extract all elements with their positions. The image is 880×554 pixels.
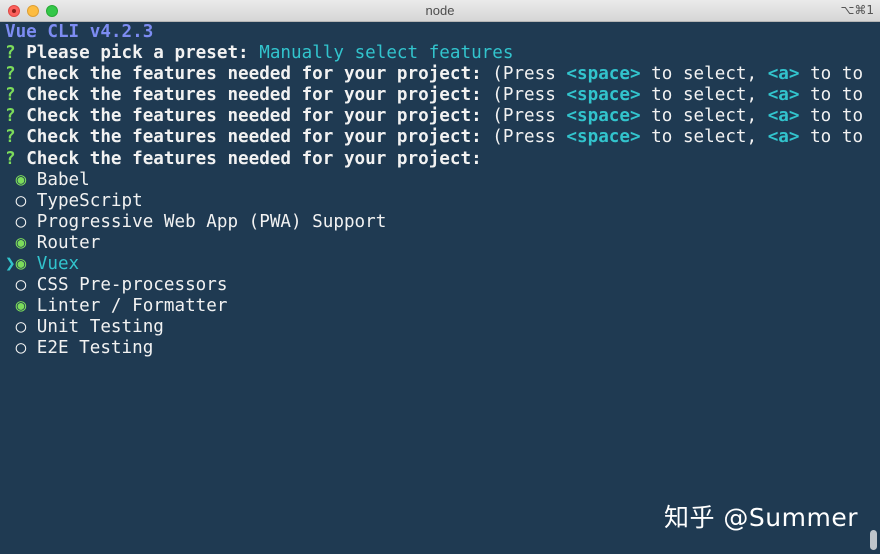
unchecked-radio-icon[interactable]: ○	[16, 212, 27, 232]
feature-option[interactable]: ○ E2E Testing	[5, 338, 868, 359]
features-prompt: Check the features needed for your proje…	[26, 85, 482, 106]
hint-press: (Press	[492, 106, 556, 127]
checked-radio-icon[interactable]: ◉	[16, 254, 27, 274]
features-prompt: Check the features needed for your proje…	[26, 148, 482, 169]
features-prompt: Check the features needed for your proje…	[26, 127, 482, 148]
feature-option-label: Linter / Formatter	[36, 296, 228, 317]
feature-checklist: ◉ Babel ○ TypeScript ○ Progressive Web A…	[5, 170, 868, 360]
feature-option[interactable]: ◉ Linter / Formatter	[5, 296, 868, 317]
question-mark: ?	[5, 64, 16, 85]
feature-option[interactable]: ◉ Router	[5, 233, 868, 254]
selection-cursor-icon	[5, 275, 16, 295]
feature-option[interactable]: ○ Progressive Web App (PWA) Support	[5, 212, 868, 233]
hint-to-select: to select,	[651, 64, 758, 85]
feature-option-label: Vuex	[36, 254, 80, 275]
selection-cursor-icon	[5, 338, 16, 358]
selection-cursor-icon	[5, 212, 16, 232]
checked-radio-icon[interactable]: ◉	[16, 296, 27, 316]
hint-space-key: <space>	[566, 127, 641, 148]
hint-press: (Press	[492, 85, 556, 106]
features-prompt-line: ? Check the features needed for your pro…	[5, 106, 868, 127]
question-mark: ?	[5, 127, 16, 148]
hint-to-to: to to	[810, 127, 864, 148]
feature-option[interactable]: ◉ Babel	[5, 170, 868, 191]
feature-option[interactable]: ○ CSS Pre-processors	[5, 275, 868, 296]
selection-cursor-icon	[5, 317, 16, 337]
hint-space-key: <space>	[566, 106, 641, 127]
feature-option-label: CSS Pre-processors	[36, 275, 228, 296]
preset-answer: Manually select features	[259, 43, 514, 64]
hint-to-to: to to	[810, 85, 864, 106]
watermark: 知乎 @Summer	[663, 503, 858, 532]
features-prompt-line: ? Check the features needed for your pro…	[5, 64, 868, 85]
hint-a-key: <a>	[767, 106, 800, 127]
scrollbar-thumb[interactable]	[870, 530, 877, 550]
title-bar: node ⌥⌘1	[0, 0, 880, 22]
hint-to-to: to to	[810, 106, 864, 127]
question-mark: ?	[5, 43, 16, 64]
hint-a-key: <a>	[767, 64, 800, 85]
feature-option-label: Babel	[36, 169, 90, 190]
preset-prompt-line: ? Please pick a preset: Manually select …	[5, 43, 868, 64]
feature-option-label: Unit Testing	[36, 317, 164, 338]
feature-option-label: Progressive Web App (PWA) Support	[36, 211, 387, 232]
unchecked-radio-icon[interactable]: ○	[16, 191, 27, 211]
window-title: node	[425, 3, 455, 18]
hint-a-key: <a>	[767, 127, 800, 148]
feature-option[interactable]: ○ Unit Testing	[5, 317, 868, 338]
hint-to-select: to select,	[651, 85, 758, 106]
hint-space-key: <space>	[566, 64, 641, 85]
features-prompt: Check the features needed for your proje…	[26, 64, 482, 85]
selection-cursor-icon	[5, 191, 16, 211]
feature-option-label: TypeScript	[36, 190, 143, 211]
feature-option[interactable]: ❯◉ Vuex	[5, 254, 868, 275]
terminal-window: node ⌥⌘1 Vue CLI v4.2.3 ? Please pick a …	[0, 0, 880, 554]
selection-cursor-icon	[5, 296, 16, 316]
features-prompt-line: ? Check the features needed for your pro…	[5, 85, 868, 106]
question-mark: ?	[5, 148, 16, 169]
checked-radio-icon[interactable]: ◉	[16, 170, 27, 190]
unchecked-radio-icon[interactable]: ○	[16, 338, 27, 358]
selection-cursor-icon: ❯	[5, 254, 16, 275]
feature-option-label: E2E Testing	[36, 338, 154, 359]
features-prompt: Check the features needed for your proje…	[26, 106, 482, 127]
question-mark: ?	[5, 106, 16, 127]
preset-prompt: Please pick a preset:	[26, 43, 249, 64]
hint-to-select: to select,	[651, 106, 758, 127]
features-prompt-line-current: ? Check the features needed for your pro…	[5, 149, 868, 170]
hint-to-select: to select,	[651, 127, 758, 148]
unchecked-radio-icon[interactable]: ○	[16, 317, 27, 337]
selection-cursor-icon	[5, 233, 16, 253]
hint-press: (Press	[492, 64, 556, 85]
selection-cursor-icon	[5, 170, 16, 190]
checked-radio-icon[interactable]: ◉	[16, 233, 27, 253]
features-prompt-line: ? Check the features needed for your pro…	[5, 127, 868, 148]
terminal-output[interactable]: Vue CLI v4.2.3 ? Please pick a preset: M…	[0, 22, 868, 554]
question-mark: ?	[5, 85, 16, 106]
feature-option-label: Router	[36, 232, 101, 253]
unchecked-radio-icon[interactable]: ○	[16, 275, 27, 295]
hint-press: (Press	[492, 127, 556, 148]
feature-option[interactable]: ○ TypeScript	[5, 191, 868, 212]
hint-to-to: to to	[810, 64, 864, 85]
window-shortcut-label: ⌥⌘1	[840, 3, 874, 17]
hint-space-key: <space>	[566, 85, 641, 106]
vertical-scrollbar[interactable]	[868, 22, 880, 554]
hint-a-key: <a>	[767, 85, 800, 106]
cli-version-header: Vue CLI v4.2.3	[5, 22, 154, 42]
